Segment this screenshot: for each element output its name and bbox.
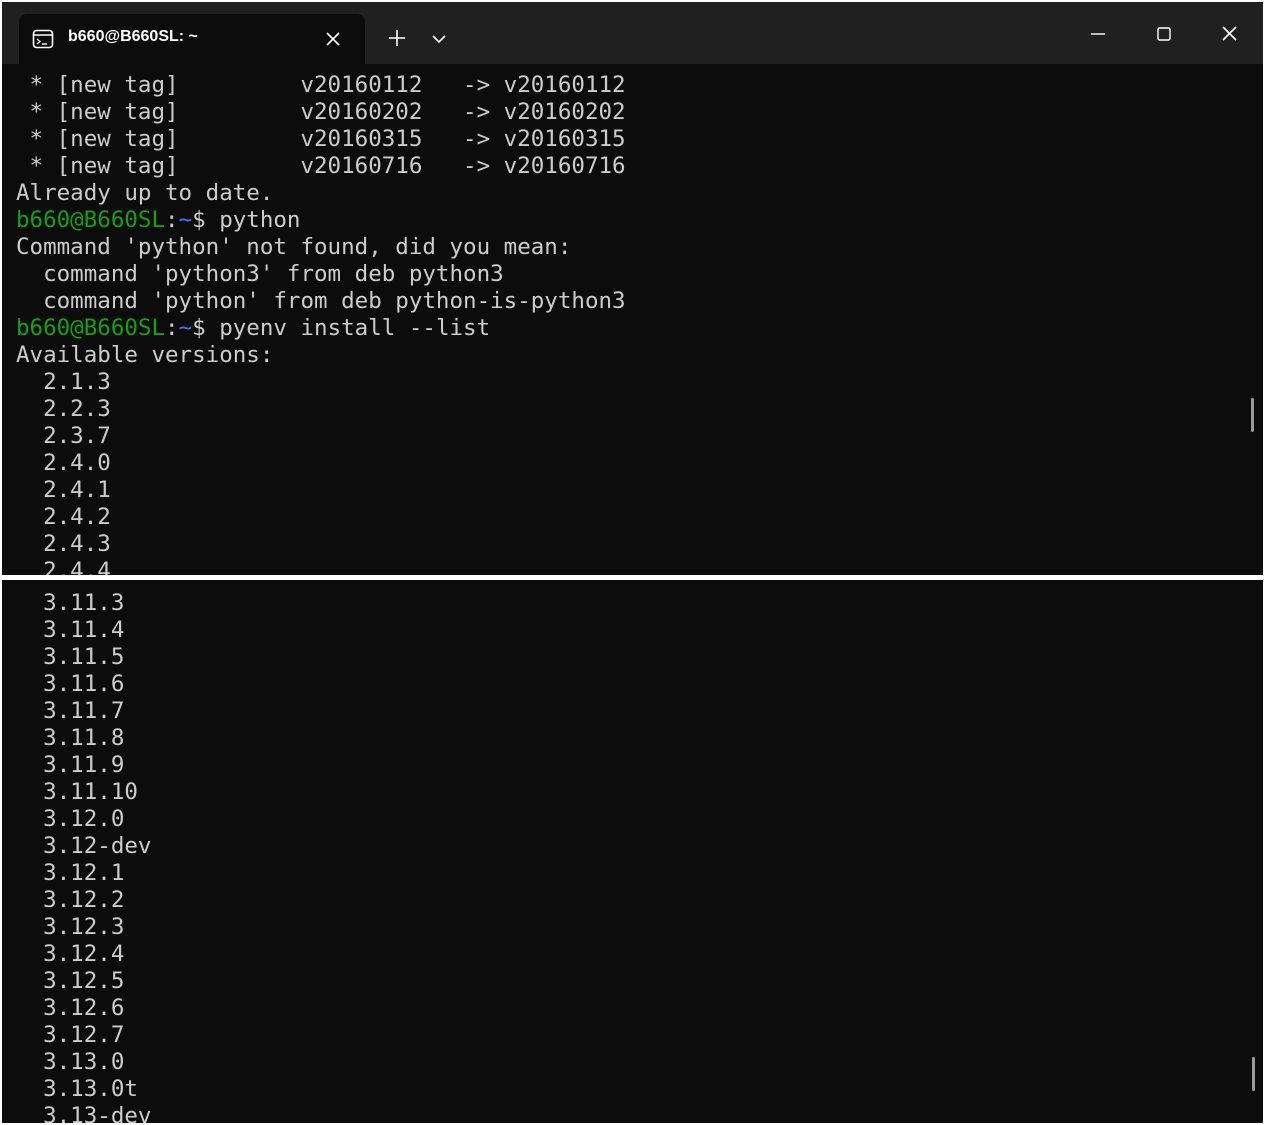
version-line: 3.12.4 [16,941,125,967]
tab-title: b660@B660SL: ~ [68,28,198,45]
version-line: 3.12.5 [16,968,125,994]
version-line: 2.1.3 [16,369,111,395]
close-icon[interactable] [1215,20,1243,48]
scrollbar-thumb[interactable] [1251,398,1254,432]
version-line: 3.12.0 [16,806,125,832]
prompt-user: b660@B660SL [16,315,166,341]
prompt-separator: : [165,207,179,233]
version-line: 2.4.2 [16,504,111,530]
terminal-window-bottom: 3.11.3 3.11.4 3.11.5 3.11.6 3.11.7 3.11.… [2,580,1263,1123]
output-line: * [new tag] v20160112 -> v20160112 [16,72,626,98]
command-text: python [219,207,301,233]
output-line: Available versions: [16,342,274,368]
terminal-icon [32,29,54,49]
version-line: 2.4.4 [16,558,111,575]
version-line: 2.3.7 [16,423,111,449]
minimize-icon[interactable] [1083,20,1111,48]
output-line: * [new tag] v20160315 -> v20160315 [16,126,626,152]
version-line: 2.4.3 [16,531,111,557]
title-bar: b660@B660SL: ~ [2,2,1263,64]
chevron-down-icon[interactable] [428,28,450,50]
version-line: 3.11.4 [16,617,125,643]
prompt-user: b660@B660SL [16,207,166,233]
output-line: * [new tag] v20160716 -> v20160716 [16,153,626,179]
version-line: 2.4.1 [16,477,111,503]
version-line: 3.12.7 [16,1022,125,1048]
terminal-tab[interactable]: b660@B660SL: ~ [19,14,365,64]
prompt-symbol: $ [192,207,220,233]
version-line: 2.4.0 [16,450,111,476]
version-line: 3.12.2 [16,887,125,913]
version-line: 3.13-dev [16,1103,152,1123]
version-line: 3.12-dev [16,833,152,859]
version-line: 3.11.6 [16,671,125,697]
version-line: 3.13.0t [16,1076,138,1102]
version-line: 3.13.0 [16,1049,125,1075]
version-line: 3.11.5 [16,644,125,670]
prompt-path: ~ [178,315,193,341]
version-line: 3.11.7 [16,698,125,724]
terminal-output[interactable]: * [new tag] v20160112 -> v20160112 * [ne… [16,72,626,575]
version-line: 3.11.10 [16,779,138,805]
scrollbar-thumb[interactable] [1252,1057,1255,1091]
version-line: 3.11.8 [16,725,125,751]
prompt-path: ~ [178,207,193,233]
close-icon[interactable] [324,30,342,48]
terminal-window-top: b660@B660SL: ~ * [new tag] v20160112 -> … [2,2,1263,575]
version-line: 2.2.3 [16,396,111,422]
terminal-output[interactable]: 3.11.3 3.11.4 3.11.5 3.11.6 3.11.7 3.11.… [16,590,151,1123]
prompt-symbol: $ [192,315,220,341]
maximize-icon[interactable] [1149,20,1177,48]
command-text: pyenv install --list [219,315,491,341]
output-line: Already up to date. [16,180,274,206]
version-line: 3.12.3 [16,914,125,940]
prompt-separator: : [165,315,179,341]
version-line: 3.12.6 [16,995,125,1021]
output-line: * [new tag] v20160202 -> v20160202 [16,99,626,125]
version-line: 3.11.9 [16,752,125,778]
plus-icon[interactable] [383,24,411,52]
output-line: Command 'python' not found, did you mean… [16,234,572,260]
version-line: 3.12.1 [16,860,125,886]
version-line: 3.11.3 [16,590,125,616]
output-line: command 'python3' from deb python3 [16,261,504,287]
output-line: command 'python' from deb python-is-pyth… [16,288,626,314]
